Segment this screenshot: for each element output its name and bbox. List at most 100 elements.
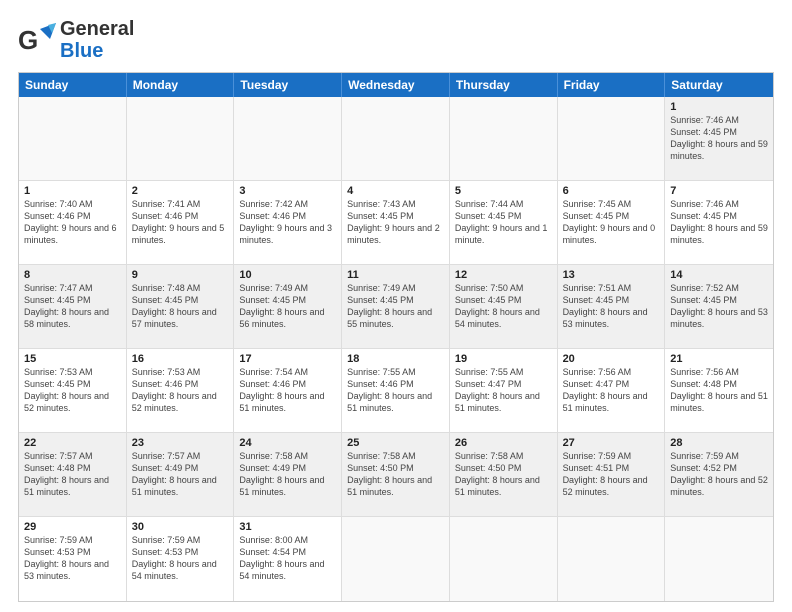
day-cell-21: 21Sunrise: 7:56 AMSunset: 4:48 PMDayligh… — [665, 349, 773, 432]
header-day-thursday: Thursday — [450, 73, 558, 97]
day-number: 8 — [24, 269, 121, 281]
header: G General Blue — [18, 18, 774, 62]
cell-info: Sunrise: 7:40 AMSunset: 4:46 PMDaylight:… — [24, 198, 121, 247]
day-number: 25 — [347, 437, 444, 449]
empty-cell — [342, 97, 450, 180]
cell-info: Sunrise: 7:59 AMSunset: 4:51 PMDaylight:… — [563, 450, 660, 499]
logo-blue: Blue — [60, 40, 134, 62]
calendar-row-5: 22Sunrise: 7:57 AMSunset: 4:48 PMDayligh… — [19, 433, 773, 517]
day-cell-20: 20Sunrise: 7:56 AMSunset: 4:47 PMDayligh… — [558, 349, 666, 432]
cell-info: Sunrise: 7:41 AMSunset: 4:46 PMDaylight:… — [132, 198, 229, 247]
header-day-sunday: Sunday — [19, 73, 127, 97]
day-number: 18 — [347, 353, 444, 365]
cell-info: Sunrise: 7:55 AMSunset: 4:46 PMDaylight:… — [347, 366, 444, 415]
cell-info: Sunrise: 7:54 AMSunset: 4:46 PMDaylight:… — [239, 366, 336, 415]
day-number: 27 — [563, 437, 660, 449]
cell-info: Sunrise: 7:58 AMSunset: 4:50 PMDaylight:… — [347, 450, 444, 499]
header-day-saturday: Saturday — [665, 73, 773, 97]
header-day-tuesday: Tuesday — [234, 73, 342, 97]
day-cell-25: 25Sunrise: 7:58 AMSunset: 4:50 PMDayligh… — [342, 433, 450, 516]
day-cell-22: 22Sunrise: 7:57 AMSunset: 4:48 PMDayligh… — [19, 433, 127, 516]
empty-cell — [342, 517, 450, 601]
cell-info: Sunrise: 7:51 AMSunset: 4:45 PMDaylight:… — [563, 282, 660, 331]
header-day-friday: Friday — [558, 73, 666, 97]
day-number: 31 — [239, 521, 336, 533]
calendar: SundayMondayTuesdayWednesdayThursdayFrid… — [18, 72, 774, 602]
empty-cell — [665, 517, 773, 601]
header-day-wednesday: Wednesday — [342, 73, 450, 97]
day-cell-5: 5Sunrise: 7:44 AMSunset: 4:45 PMDaylight… — [450, 181, 558, 264]
day-cell-11: 11Sunrise: 7:49 AMSunset: 4:45 PMDayligh… — [342, 265, 450, 348]
empty-cell — [558, 517, 666, 601]
day-number: 19 — [455, 353, 552, 365]
cell-info: Sunrise: 7:56 AMSunset: 4:47 PMDaylight:… — [563, 366, 660, 415]
cell-info: Sunrise: 8:00 AMSunset: 4:54 PMDaylight:… — [239, 534, 336, 583]
empty-cell — [234, 97, 342, 180]
day-cell-30: 30Sunrise: 7:59 AMSunset: 4:53 PMDayligh… — [127, 517, 235, 601]
day-number: 7 — [670, 185, 768, 197]
empty-cell — [450, 97, 558, 180]
calendar-row-3: 8Sunrise: 7:47 AMSunset: 4:45 PMDaylight… — [19, 265, 773, 349]
cell-info: Sunrise: 7:49 AMSunset: 4:45 PMDaylight:… — [239, 282, 336, 331]
day-cell-10: 10Sunrise: 7:49 AMSunset: 4:45 PMDayligh… — [234, 265, 342, 348]
day-number: 16 — [132, 353, 229, 365]
day-number: 20 — [563, 353, 660, 365]
day-cell-13: 13Sunrise: 7:51 AMSunset: 4:45 PMDayligh… — [558, 265, 666, 348]
cell-info: Sunrise: 7:46 AMSunset: 4:45 PMDaylight:… — [670, 198, 768, 247]
svg-text:G: G — [18, 25, 38, 55]
day-cell-3: 3Sunrise: 7:42 AMSunset: 4:46 PMDaylight… — [234, 181, 342, 264]
day-number: 17 — [239, 353, 336, 365]
logo: G General Blue — [18, 18, 134, 62]
day-cell-23: 23Sunrise: 7:57 AMSunset: 4:49 PMDayligh… — [127, 433, 235, 516]
day-number: 1 — [670, 101, 768, 113]
cell-info: Sunrise: 7:46 AMSunset: 4:45 PMDaylight:… — [670, 114, 768, 163]
day-cell-16: 16Sunrise: 7:53 AMSunset: 4:46 PMDayligh… — [127, 349, 235, 432]
cell-info: Sunrise: 7:53 AMSunset: 4:46 PMDaylight:… — [132, 366, 229, 415]
day-cell-29: 29Sunrise: 7:59 AMSunset: 4:53 PMDayligh… — [19, 517, 127, 601]
cell-info: Sunrise: 7:45 AMSunset: 4:45 PMDaylight:… — [563, 198, 660, 247]
day-number: 2 — [132, 185, 229, 197]
empty-cell — [127, 97, 235, 180]
cell-info: Sunrise: 7:56 AMSunset: 4:48 PMDaylight:… — [670, 366, 768, 415]
day-cell-24: 24Sunrise: 7:58 AMSunset: 4:49 PMDayligh… — [234, 433, 342, 516]
day-cell-19: 19Sunrise: 7:55 AMSunset: 4:47 PMDayligh… — [450, 349, 558, 432]
cell-info: Sunrise: 7:42 AMSunset: 4:46 PMDaylight:… — [239, 198, 336, 247]
cell-info: Sunrise: 7:55 AMSunset: 4:47 PMDaylight:… — [455, 366, 552, 415]
cell-info: Sunrise: 7:50 AMSunset: 4:45 PMDaylight:… — [455, 282, 552, 331]
empty-cell — [558, 97, 666, 180]
day-cell-1: 1Sunrise: 7:46 AMSunset: 4:45 PMDaylight… — [665, 97, 773, 180]
cell-info: Sunrise: 7:52 AMSunset: 4:45 PMDaylight:… — [670, 282, 768, 331]
logo-icon: G — [18, 21, 56, 59]
empty-cell — [450, 517, 558, 601]
cell-info: Sunrise: 7:48 AMSunset: 4:45 PMDaylight:… — [132, 282, 229, 331]
day-number: 26 — [455, 437, 552, 449]
day-cell-8: 8Sunrise: 7:47 AMSunset: 4:45 PMDaylight… — [19, 265, 127, 348]
empty-cell — [19, 97, 127, 180]
day-number: 22 — [24, 437, 121, 449]
day-number: 24 — [239, 437, 336, 449]
day-cell-18: 18Sunrise: 7:55 AMSunset: 4:46 PMDayligh… — [342, 349, 450, 432]
day-number: 14 — [670, 269, 768, 281]
day-cell-17: 17Sunrise: 7:54 AMSunset: 4:46 PMDayligh… — [234, 349, 342, 432]
day-number: 30 — [132, 521, 229, 533]
day-number: 13 — [563, 269, 660, 281]
day-number: 9 — [132, 269, 229, 281]
logo-general: General — [60, 18, 134, 40]
day-number: 15 — [24, 353, 121, 365]
day-number: 6 — [563, 185, 660, 197]
page: G General Blue SundayMondayTuesdayWednes… — [0, 0, 792, 612]
cell-info: Sunrise: 7:57 AMSunset: 4:49 PMDaylight:… — [132, 450, 229, 499]
cell-info: Sunrise: 7:58 AMSunset: 4:49 PMDaylight:… — [239, 450, 336, 499]
day-cell-31: 31Sunrise: 8:00 AMSunset: 4:54 PMDayligh… — [234, 517, 342, 601]
day-number: 21 — [670, 353, 768, 365]
calendar-body: 1Sunrise: 7:46 AMSunset: 4:45 PMDaylight… — [19, 97, 773, 601]
day-cell-26: 26Sunrise: 7:58 AMSunset: 4:50 PMDayligh… — [450, 433, 558, 516]
cell-info: Sunrise: 7:58 AMSunset: 4:50 PMDaylight:… — [455, 450, 552, 499]
calendar-row-1: 1Sunrise: 7:46 AMSunset: 4:45 PMDaylight… — [19, 97, 773, 181]
day-cell-6: 6Sunrise: 7:45 AMSunset: 4:45 PMDaylight… — [558, 181, 666, 264]
cell-info: Sunrise: 7:43 AMSunset: 4:45 PMDaylight:… — [347, 198, 444, 247]
day-number: 4 — [347, 185, 444, 197]
day-cell-15: 15Sunrise: 7:53 AMSunset: 4:45 PMDayligh… — [19, 349, 127, 432]
cell-info: Sunrise: 7:59 AMSunset: 4:53 PMDaylight:… — [132, 534, 229, 583]
day-number: 10 — [239, 269, 336, 281]
